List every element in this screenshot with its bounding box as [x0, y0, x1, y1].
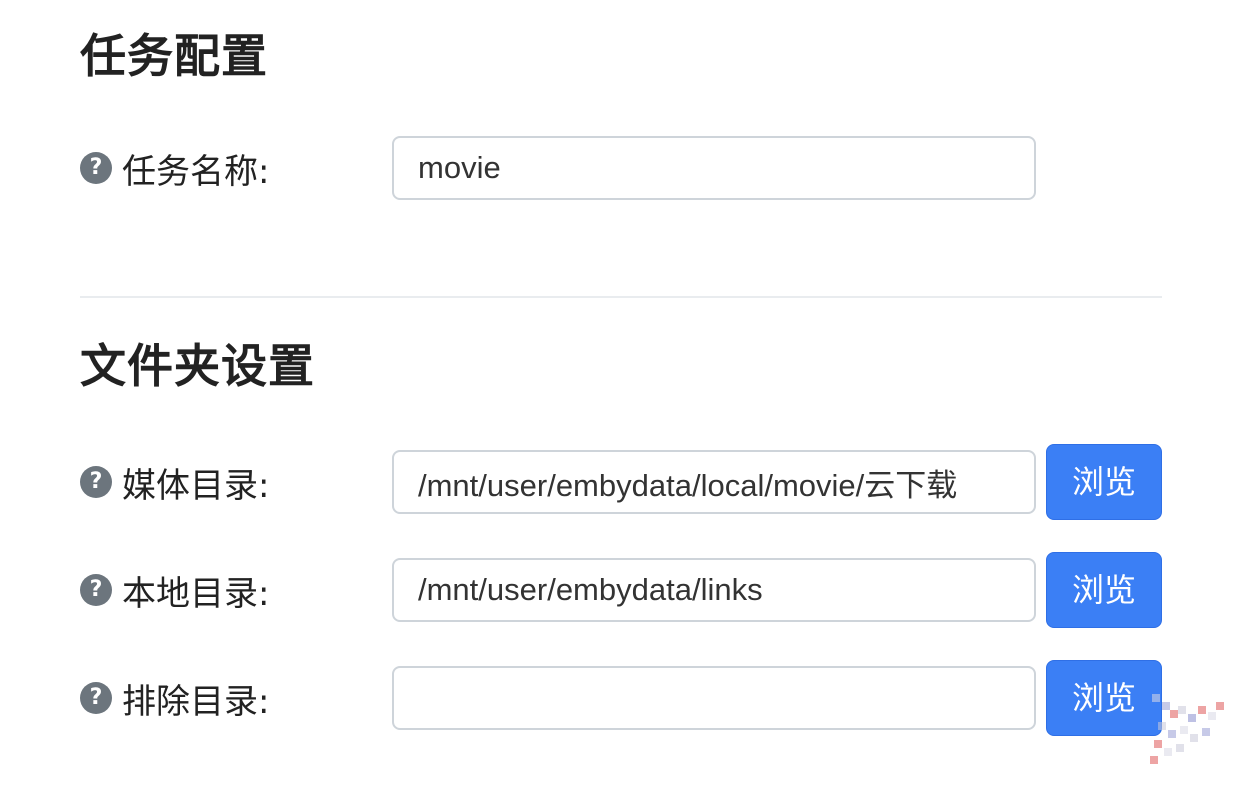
local-dir-label-wrap: ? 本地目录: [80, 558, 269, 622]
section-divider [80, 296, 1162, 298]
task-name-input[interactable] [392, 136, 1036, 200]
help-icon[interactable]: ? [80, 466, 112, 498]
media-dir-input[interactable] [392, 450, 1036, 514]
media-dir-label: 媒体目录: [122, 465, 270, 506]
folder-settings-title: 文件夹设置 [80, 339, 315, 393]
local-dir-label: 本地目录: [122, 573, 270, 614]
help-icon[interactable]: ? [80, 682, 112, 714]
exclude-dir-label: 排除目录: [122, 681, 270, 722]
help-icon[interactable]: ? [80, 152, 112, 184]
media-dir-row: ? 媒体目录: 浏览 [80, 444, 1162, 520]
exclude-dir-row: ? 排除目录: 浏览 [80, 660, 1162, 736]
local-dir-input[interactable] [392, 558, 1036, 622]
media-dir-label-wrap: ? 媒体目录: [80, 450, 269, 514]
local-dir-row: ? 本地目录: 浏览 [80, 552, 1162, 628]
task-config-title: 任务配置 [80, 29, 268, 83]
watermark-logo [1150, 694, 1224, 764]
exclude-dir-input[interactable] [392, 666, 1036, 730]
help-icon[interactable]: ? [80, 574, 112, 606]
task-name-label: 任务名称: [122, 151, 270, 192]
exclude-dir-label-wrap: ? 排除目录: [80, 666, 269, 730]
local-dir-browse-button[interactable]: 浏览 [1046, 552, 1162, 628]
task-name-label-wrap: ? 任务名称: [80, 136, 269, 200]
exclude-dir-browse-button[interactable]: 浏览 [1046, 660, 1162, 736]
media-dir-browse-button[interactable]: 浏览 [1046, 444, 1162, 520]
task-name-row: ? 任务名称: [80, 136, 1162, 200]
